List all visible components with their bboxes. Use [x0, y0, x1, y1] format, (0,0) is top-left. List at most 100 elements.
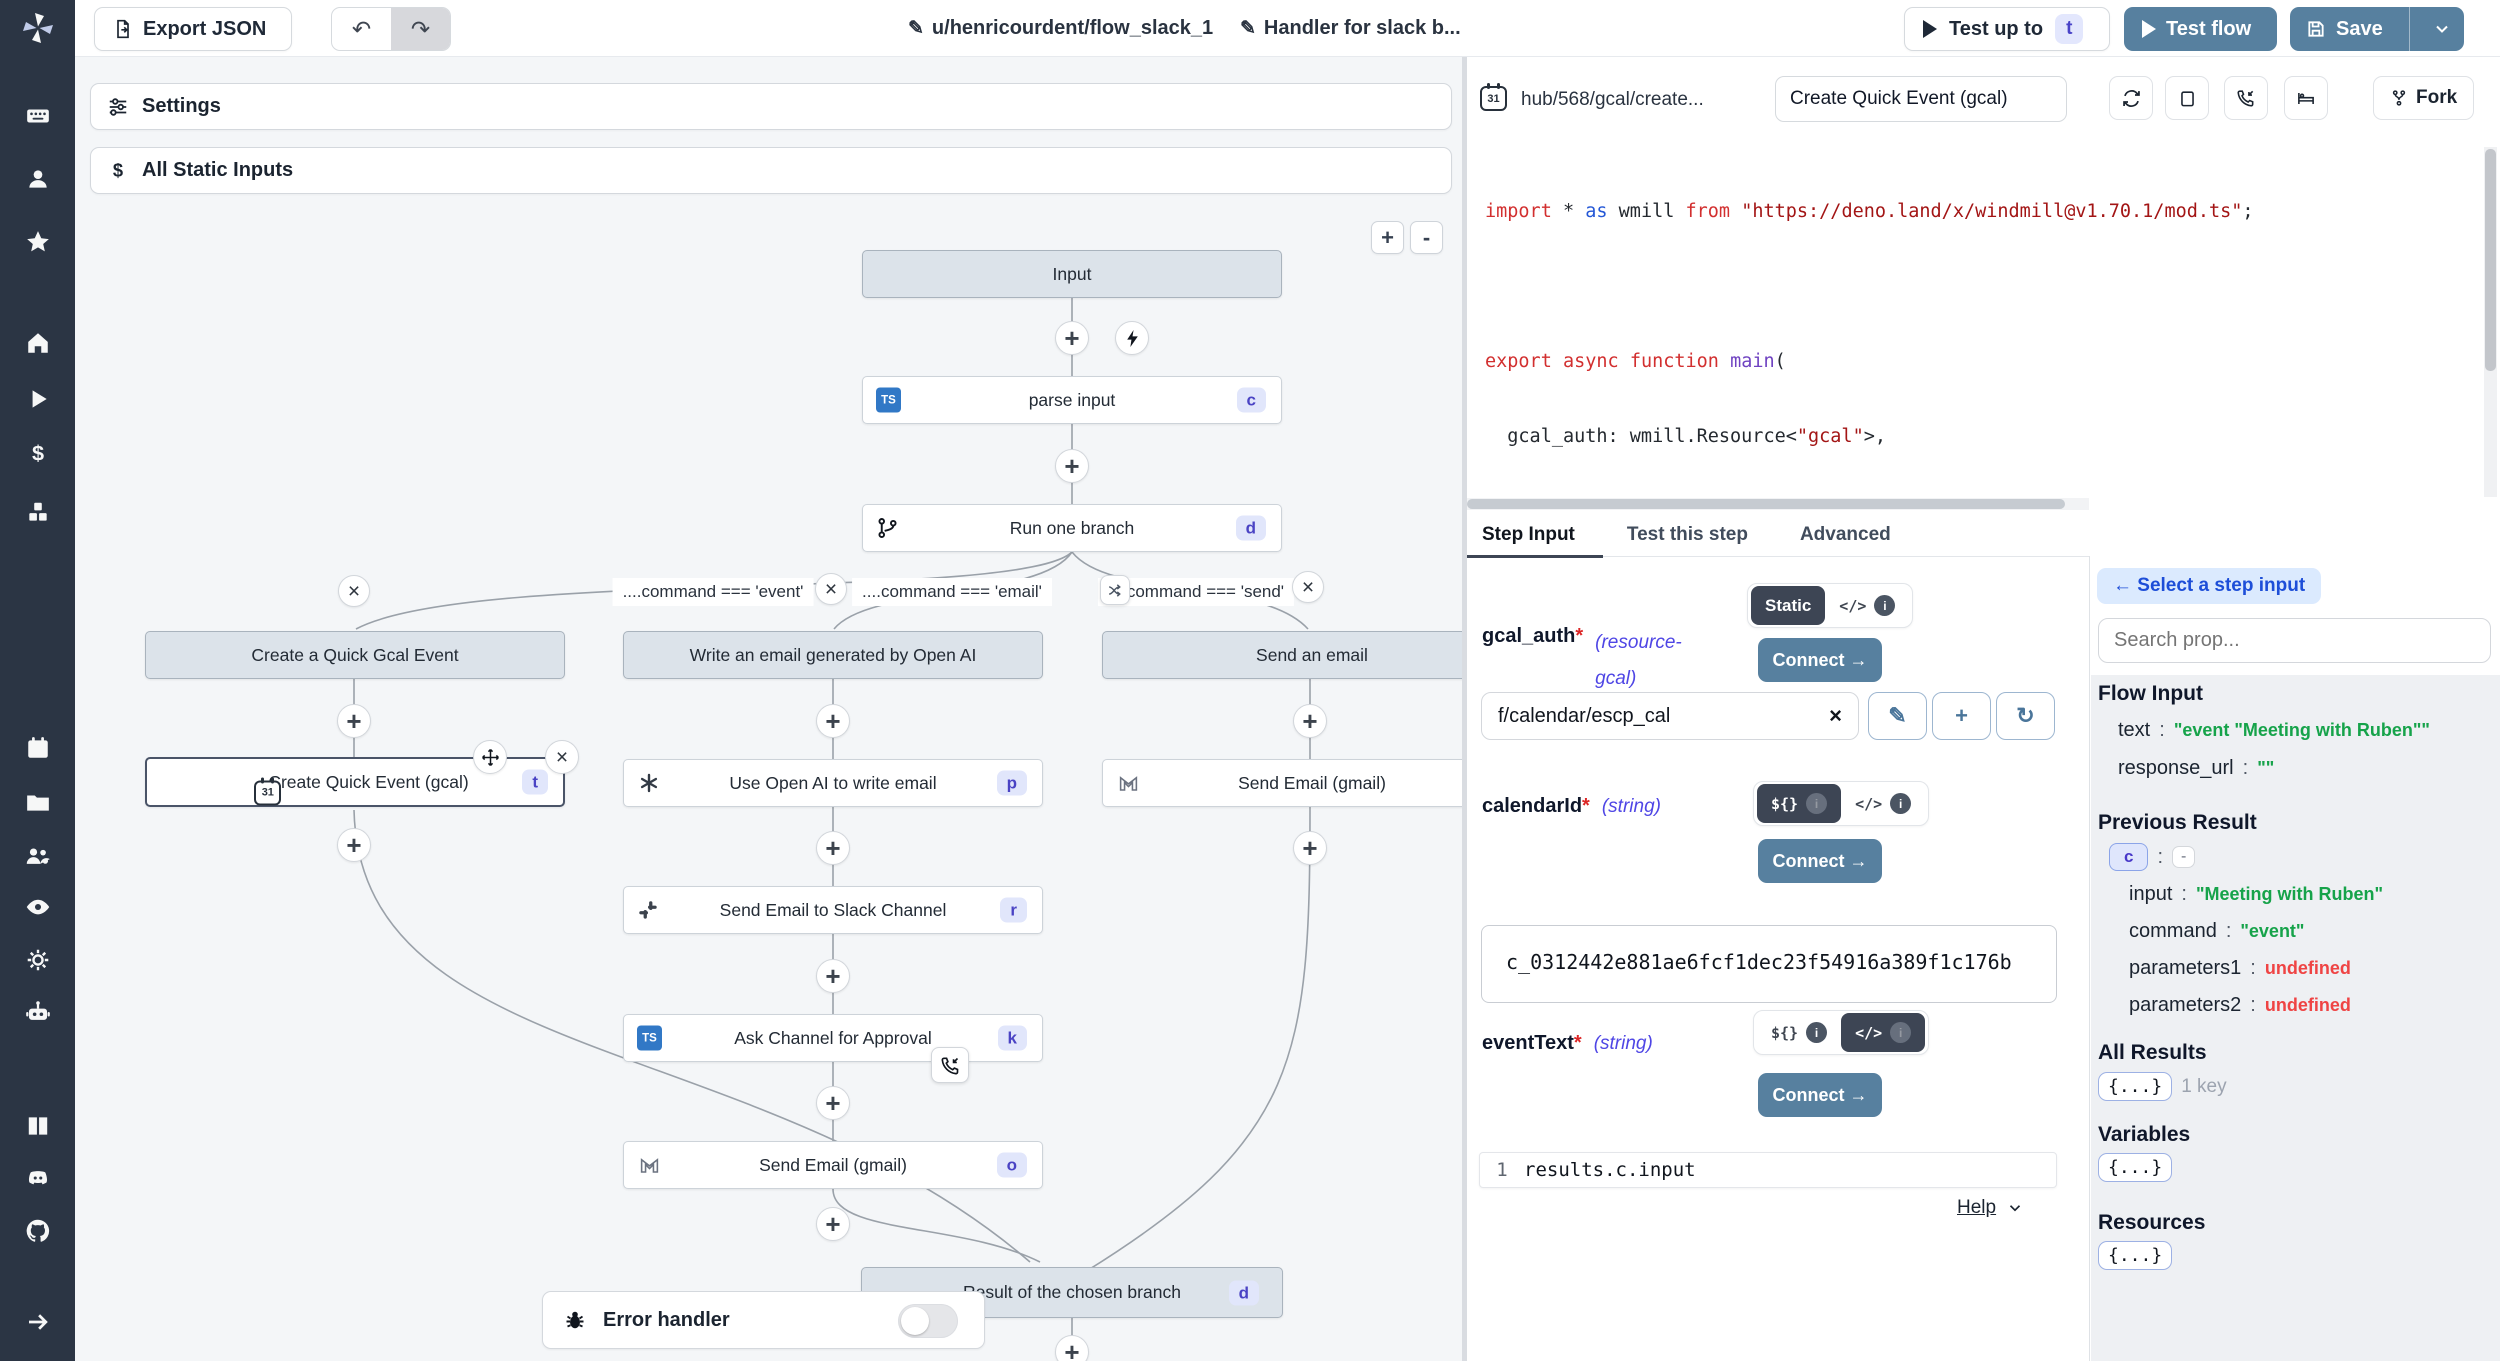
code-hscrollbar[interactable]	[1467, 498, 2089, 510]
branch-header-send-email[interactable]: Send an email	[1102, 631, 1462, 679]
code-mode-segment[interactable]: </> i	[1841, 784, 1925, 823]
add-step-button[interactable]: +	[1293, 831, 1327, 865]
clear-resource-icon[interactable]: ×	[1829, 703, 1842, 729]
expand-object-pill[interactable]: {...}	[2098, 1153, 2172, 1182]
flow-node-send-email-slack[interactable]: Send Email to Slack Channel r	[623, 886, 1043, 934]
flow-node-send-email-gmail[interactable]: Send Email (gmail) o	[623, 1141, 1043, 1189]
resources-cubes-icon[interactable]	[25, 499, 51, 525]
zoom-in-button[interactable]: +	[1371, 221, 1404, 254]
collapse-toggle[interactable]: -	[2172, 846, 2195, 868]
step-summary-input[interactable]	[1775, 76, 2067, 122]
prop-row[interactable]: text: "event "Meeting with Ruben""	[2118, 719, 2430, 742]
gcal-auth-connect-button[interactable]: Connect →	[1758, 638, 1882, 682]
stop-square-icon-button[interactable]	[2165, 76, 2209, 120]
flow-node-input[interactable]: Input	[862, 250, 1282, 298]
add-step-button[interactable]: +	[816, 831, 850, 865]
prop-row[interactable]: c: -	[2109, 843, 2195, 871]
search-prop-input[interactable]	[2098, 618, 2491, 663]
event-text-expr-editor[interactable]: 1 results.c.input	[1479, 1152, 2057, 1188]
discord-icon[interactable]	[24, 1167, 51, 1189]
static-mode-segment[interactable]: Static	[1751, 586, 1825, 625]
settings-gear-icon[interactable]	[25, 947, 51, 973]
export-json-button[interactable]: Export JSON	[94, 7, 292, 51]
info-icon[interactable]: i	[1890, 793, 1911, 814]
flow-summary-breadcrumb[interactable]: ✎ Handler for slack b...	[1240, 0, 1461, 57]
prop-row[interactable]: parameters1: undefined	[2129, 957, 2351, 980]
workspace-icon[interactable]	[25, 103, 51, 129]
flow-node-parse-input[interactable]: TS parse input c	[862, 376, 1282, 424]
docs-book-icon[interactable]	[25, 1113, 51, 1139]
windmill-logo[interactable]	[20, 10, 56, 46]
event-text-mode-toggle[interactable]: ${} i </> i	[1753, 1010, 1929, 1055]
redo-button[interactable]: ↷	[391, 8, 450, 50]
info-icon[interactable]: i	[1890, 1022, 1911, 1043]
suspend-icon-button[interactable]	[2224, 76, 2268, 120]
refresh-resource-button[interactable]: ↻	[1996, 692, 2055, 740]
add-resource-button[interactable]: +	[1932, 692, 1991, 740]
expand-sidebar-icon[interactable]	[24, 1309, 51, 1336]
save-button[interactable]: Save	[2290, 7, 2399, 51]
delete-branch-button[interactable]: ×	[1292, 571, 1324, 603]
resource-picker-input[interactable]: f/calendar/escp_cal ×	[1481, 692, 1859, 740]
tab-advanced[interactable]: Advanced	[1800, 513, 1891, 557]
test-up-to-button[interactable]: Test up to t	[1904, 7, 2110, 51]
delete-branch-button[interactable]: ×	[338, 575, 370, 607]
tab-step-input[interactable]: Step Input	[1482, 513, 1575, 557]
undo-button[interactable]: ↶	[332, 8, 391, 50]
runs-play-icon[interactable]	[25, 386, 51, 412]
hub-script-path[interactable]: hub/568/gcal/create...	[1521, 78, 1704, 122]
flow-node-run-one-branch[interactable]: Run one branch d	[862, 504, 1282, 552]
info-icon[interactable]: i	[1806, 793, 1827, 814]
info-icon[interactable]: i	[1806, 1022, 1827, 1043]
expand-object-pill[interactable]: {...}	[2098, 1072, 2172, 1101]
flow-path-breadcrumb[interactable]: ✎ u/henricourdent/flow_slack_1	[908, 0, 1213, 57]
groups-icon[interactable]	[24, 843, 51, 870]
branch-condition-email[interactable]: ....command === 'email'	[852, 578, 1052, 606]
info-icon[interactable]: i	[1874, 595, 1895, 616]
branch-header-gcal[interactable]: Create a Quick Gcal Event	[145, 631, 565, 679]
code-mode-segment[interactable]: </> i	[1825, 586, 1909, 625]
suspend-approval-icon[interactable]	[931, 1047, 969, 1083]
branch-condition-event[interactable]: ....command === 'event'	[613, 578, 814, 606]
event-text-connect-button[interactable]: Connect →	[1758, 1073, 1882, 1117]
expand-object-pill[interactable]: {...}	[2098, 1241, 2172, 1270]
add-step-button[interactable]: +	[816, 1207, 850, 1241]
add-step-button[interactable]: +	[1055, 449, 1089, 483]
add-step-button[interactable]: +	[1055, 1335, 1089, 1361]
move-step-button[interactable]	[473, 740, 507, 774]
sleep-icon-button[interactable]	[2284, 76, 2328, 120]
home-icon[interactable]	[25, 330, 51, 356]
calendar-id-connect-button[interactable]: Connect →	[1758, 839, 1882, 883]
save-dropdown-button[interactable]	[2420, 7, 2464, 51]
favorites-star-icon[interactable]	[25, 229, 51, 255]
workers-robot-icon[interactable]	[24, 999, 51, 1026]
user-icon[interactable]	[25, 166, 51, 192]
prop-row[interactable]: response_url: ""	[2118, 757, 2274, 780]
code-editor[interactable]: import * as wmill from "https://deno.lan…	[1467, 149, 2479, 497]
static-mode-segment[interactable]: ${} i	[1757, 1013, 1841, 1052]
add-step-button[interactable]: +	[337, 828, 371, 862]
static-mode-segment[interactable]: ${} i	[1757, 784, 1841, 823]
delete-step-button[interactable]: ×	[545, 740, 579, 774]
prop-row[interactable]: parameters2: undefined	[2129, 994, 2351, 1017]
schedules-calendar-icon[interactable]	[25, 735, 51, 761]
restart-icon-button[interactable]	[2109, 76, 2153, 120]
error-handler-toggle[interactable]	[898, 1304, 958, 1338]
help-link[interactable]: Help	[1957, 1197, 2024, 1219]
audit-eye-icon[interactable]	[24, 894, 51, 921]
variables-dollar-icon[interactable]: $	[25, 441, 51, 467]
flow-node-openai-write-email[interactable]: Use Open AI to write email p	[623, 759, 1043, 807]
calendar-id-mode-toggle[interactable]: ${} i </> i	[1753, 781, 1929, 826]
prop-row[interactable]: input: "Meeting with Ruben"	[2129, 883, 2383, 906]
add-step-button[interactable]: +	[816, 959, 850, 993]
panel-divider[interactable]	[1462, 57, 1467, 1361]
edit-resource-button[interactable]: ✎	[1868, 692, 1927, 740]
tab-test-this-step[interactable]: Test this step	[1627, 513, 1748, 557]
delete-branch-button[interactable]: ×	[815, 573, 847, 605]
fork-button[interactable]: Fork	[2373, 76, 2474, 120]
flow-node-send-email-gmail-right[interactable]: Send Email (gmail)	[1102, 759, 1462, 807]
shuffle-branch-icon[interactable]	[1100, 575, 1130, 605]
add-step-button[interactable]: +	[816, 704, 850, 738]
flow-settings-bar[interactable]: Settings	[90, 83, 1452, 130]
step-badge[interactable]: c	[2109, 843, 2148, 871]
